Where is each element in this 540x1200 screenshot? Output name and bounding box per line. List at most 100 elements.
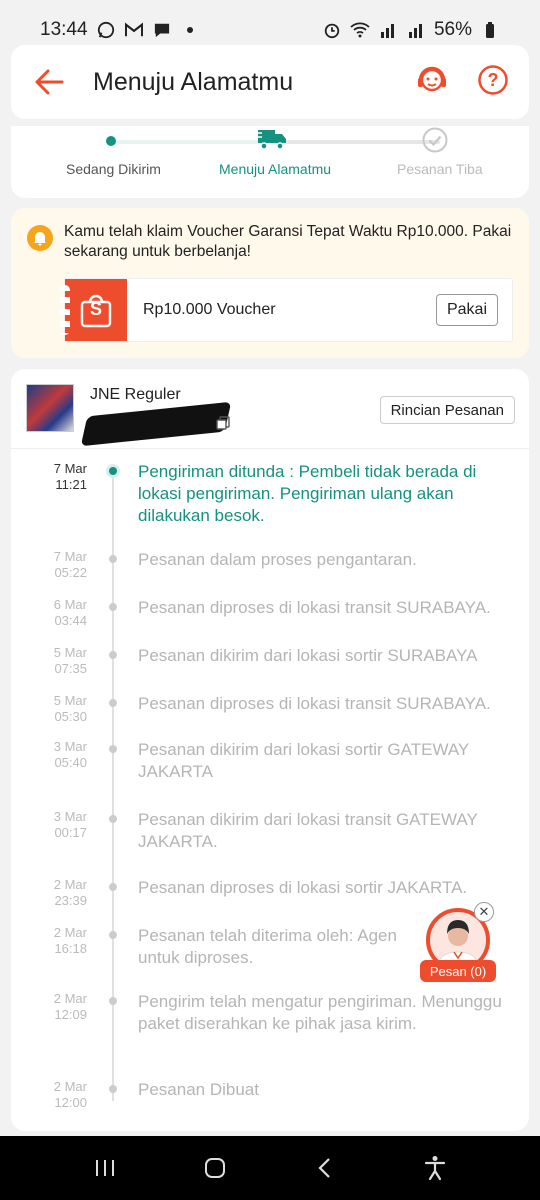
timeline-date: 7 Mar 11:21 bbox=[39, 461, 87, 493]
help-icon[interactable]: ? bbox=[477, 64, 509, 101]
svg-text:?: ? bbox=[488, 70, 499, 90]
timeline-time: 12:00 bbox=[54, 1095, 87, 1110]
bell-icon bbox=[27, 225, 53, 251]
timeline-day: 2 Mar bbox=[53, 877, 87, 892]
tracking-card: JNE Reguler Rincian Pesanan 7 Mar 11:21 Pe… bbox=[11, 369, 529, 1131]
courier-name: JNE Reguler bbox=[90, 386, 181, 403]
timeline-dot bbox=[109, 931, 117, 939]
timeline-time: 00:17 bbox=[54, 825, 87, 840]
signal-2-icon bbox=[406, 20, 426, 40]
chat-bubble-icon bbox=[152, 20, 172, 40]
timeline-description: Pesanan diproses di lokasi transit SURAB… bbox=[138, 598, 491, 617]
timeline-date: 2 Mar 12:09 bbox=[39, 991, 87, 1023]
timeline-dot bbox=[109, 467, 117, 475]
timeline-dot bbox=[109, 555, 117, 563]
timeline-date: 3 Mar 05:40 bbox=[39, 739, 87, 771]
timeline-dot bbox=[109, 883, 117, 891]
copy-icon[interactable] bbox=[216, 416, 230, 430]
timeline-day: 7 Mar bbox=[53, 549, 87, 564]
timeline-description: Pesanan dikirim dari lokasi sortir SURAB… bbox=[138, 646, 478, 665]
wifi-icon bbox=[350, 20, 370, 40]
timeline-time: 03:44 bbox=[54, 613, 87, 628]
headset-icon[interactable] bbox=[415, 63, 449, 102]
timeline-description: Pesanan diproses di lokasi sortir JAKART… bbox=[138, 878, 468, 897]
use-voucher-button[interactable]: Pakai bbox=[435, 294, 498, 326]
timeline-day: 3 Mar bbox=[53, 809, 87, 824]
delivery-progress: Sedang Dikirim Menuju Alamatmu Pesanan T… bbox=[11, 126, 529, 198]
voucher-message: Kamu telah klaim Voucher Garansi Tepat W… bbox=[64, 223, 512, 260]
recent-apps-icon[interactable] bbox=[85, 1148, 125, 1188]
timeline-time: 23:39 bbox=[54, 893, 87, 908]
timeline-day: 5 Mar bbox=[53, 693, 87, 708]
timeline-description: Pengiriman ditunda : Pembeli tidak berad… bbox=[138, 462, 477, 525]
page-title: Menuju Alamatmu bbox=[93, 67, 294, 96]
timeline-time: 05:30 bbox=[54, 709, 87, 724]
close-icon[interactable]: ✕ bbox=[474, 902, 494, 922]
redacted-tracking-number bbox=[80, 401, 232, 447]
home-icon[interactable] bbox=[195, 1148, 235, 1188]
order-details-button[interactable]: Rincian Pesanan bbox=[379, 396, 515, 424]
timeline-time: 07:35 bbox=[54, 661, 87, 676]
step-label-on-the-way: Menuju Alamatmu bbox=[219, 161, 332, 177]
timeline-day: 5 Mar bbox=[53, 645, 87, 660]
timeline-line bbox=[112, 471, 114, 1101]
timeline-time: 16:18 bbox=[54, 941, 87, 956]
timeline-description: Pesanan diproses di lokasi transit SURAB… bbox=[138, 694, 491, 713]
chat-label[interactable]: Pesan (0) bbox=[420, 960, 496, 982]
system-nav-bar bbox=[0, 1136, 540, 1200]
timeline-description: Pengirim telah mengatur pengiriman. Menu… bbox=[138, 992, 502, 1033]
timeline-date: 2 Mar 12:00 bbox=[39, 1079, 87, 1111]
signal-icon bbox=[378, 20, 398, 40]
timeline-dot bbox=[109, 651, 117, 659]
timeline-day: 7 Mar bbox=[53, 461, 87, 476]
check-circle-icon bbox=[422, 127, 448, 153]
chat-fab[interactable]: ✕ Pesan (0) bbox=[420, 902, 496, 982]
timeline-dot bbox=[109, 815, 117, 823]
timeline-time: 05:40 bbox=[54, 755, 87, 770]
shopee-logo-letter: S bbox=[89, 299, 102, 319]
alarm-icon bbox=[322, 20, 342, 40]
timeline-date: 5 Mar 05:30 bbox=[39, 693, 87, 725]
timeline-dot bbox=[109, 603, 117, 611]
timeline-dot bbox=[109, 1085, 117, 1093]
timeline-time: 11:21 bbox=[55, 477, 87, 492]
timeline-time: 12:09 bbox=[54, 1007, 87, 1022]
timeline-description: Pesanan dalam proses pengantaran. bbox=[138, 550, 417, 569]
timeline-day: 3 Mar bbox=[53, 739, 87, 754]
voucher-name: Rp10.000 Voucher bbox=[143, 301, 276, 318]
timeline-description: Pesanan dikirim dari lokasi transit GATE… bbox=[138, 810, 478, 851]
accessibility-icon[interactable] bbox=[415, 1148, 455, 1188]
timeline-date: 7 Mar 05:22 bbox=[39, 549, 87, 581]
product-thumbnail[interactable] bbox=[26, 384, 74, 432]
timeline-date: 2 Mar 16:18 bbox=[39, 925, 87, 957]
gmail-icon bbox=[124, 20, 144, 40]
voucher-banner: Kamu telah klaim Voucher Garansi Tepat W… bbox=[11, 208, 529, 358]
courier-row: JNE Reguler Rincian Pesanan bbox=[11, 369, 529, 449]
timeline-dot bbox=[109, 699, 117, 707]
app-header: Menuju Alamatmu ? bbox=[11, 45, 529, 119]
progress-dot bbox=[106, 136, 116, 146]
back-icon[interactable] bbox=[305, 1148, 345, 1188]
battery-level: 56% bbox=[433, 19, 472, 40]
step-label-arrived: Pesanan Tiba bbox=[397, 161, 483, 177]
timeline-description: Pesanan Dibuat bbox=[138, 1080, 259, 1099]
back-arrow-icon[interactable] bbox=[31, 64, 67, 100]
status-time: 13:44 bbox=[40, 19, 88, 40]
timeline-day: 2 Mar bbox=[53, 925, 87, 940]
voucher-item: S Rp10.000 Voucher Pakai bbox=[60, 278, 513, 342]
whatsapp-icon bbox=[96, 20, 116, 40]
timeline-date: 6 Mar 03:44 bbox=[39, 597, 87, 629]
battery-icon bbox=[480, 20, 500, 40]
timeline-date: 3 Mar 00:17 bbox=[39, 809, 87, 841]
timeline-day: 2 Mar bbox=[53, 1079, 87, 1094]
timeline-dot bbox=[109, 997, 117, 1005]
truck-icon bbox=[256, 126, 288, 152]
step-label-shipped: Sedang Dikirim bbox=[66, 161, 161, 177]
timeline-day: 2 Mar bbox=[53, 991, 87, 1006]
timeline-time: 05:22 bbox=[54, 565, 87, 580]
timeline-dot bbox=[109, 745, 117, 753]
timeline-date: 5 Mar 07:35 bbox=[39, 645, 87, 677]
shopee-bag-icon: S bbox=[60, 279, 127, 341]
notification-dot-icon bbox=[180, 20, 200, 40]
timeline-day: 6 Mar bbox=[53, 597, 87, 612]
